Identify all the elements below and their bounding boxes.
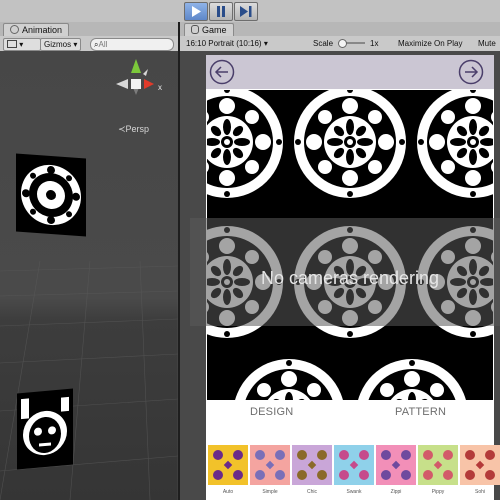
pattern-swatch-label: Zippi xyxy=(390,489,402,495)
chevron-down-icon: ▾ xyxy=(261,39,268,48)
game-tab-icon xyxy=(191,25,199,34)
pattern-swatch-sohi[interactable] xyxy=(460,445,500,485)
back-arrow-icon[interactable] xyxy=(209,59,235,85)
game-toolbar: 16:10 Portrait (10:16) ▾ Scale 1x Maximi… xyxy=(180,36,500,52)
scale-value: 1x xyxy=(370,39,379,48)
aspect-dropdown[interactable]: 16:10 Portrait (10:16) ▾ xyxy=(186,39,268,49)
swatch-motif xyxy=(297,450,327,480)
animation-tab-icon xyxy=(10,25,19,34)
game-tabbar: Game xyxy=(180,22,500,37)
pattern-swatch-chic[interactable] xyxy=(292,445,332,485)
swatch-motif xyxy=(381,450,411,480)
scene-search-input[interactable]: ⌕All xyxy=(90,38,174,51)
axis-neg-z-cone[interactable] xyxy=(143,69,148,76)
gizmos-dropdown[interactable]: Gizmos ▾ xyxy=(40,38,82,51)
app-header xyxy=(206,55,494,89)
pattern-swatch-auto[interactable] xyxy=(208,445,248,485)
no-camera-message: No cameras rendering xyxy=(260,268,440,288)
swatch-motif xyxy=(255,450,285,480)
step-button[interactable] xyxy=(234,2,258,21)
pattern-swatch-swank[interactable] xyxy=(334,445,374,485)
axis-neg-x-cone[interactable] xyxy=(116,79,128,89)
persp-text: Persp xyxy=(125,124,150,134)
tab-animation-label: Animation xyxy=(22,25,63,35)
pause-icon xyxy=(217,6,225,17)
pattern-swatch-label: Sohi xyxy=(474,489,485,495)
scene-quad-lower[interactable] xyxy=(17,388,73,470)
maximize-on-play-toggle[interactable]: Maximize On Play xyxy=(398,39,462,49)
scene-quad-upper[interactable] xyxy=(16,153,86,237)
pause-button[interactable] xyxy=(209,2,233,21)
play-button[interactable] xyxy=(184,2,208,21)
scale-label: Scale xyxy=(313,39,334,48)
axis-x-label: x xyxy=(158,83,162,92)
pattern-swatch-row: Auto Simple Chic Swank Zippi Pippy Sohi xyxy=(207,444,500,500)
chevron-down-icon: ▾ xyxy=(17,40,24,49)
scene-view[interactable]: x ≺Persp xyxy=(0,51,178,500)
scale-slider-thumb[interactable] xyxy=(338,39,347,48)
search-placeholder: All xyxy=(98,40,108,49)
tab-game-label: Game xyxy=(202,25,227,35)
swatch-motif xyxy=(213,450,243,480)
pattern-swatch-pippy[interactable] xyxy=(418,445,458,485)
swatch-motif xyxy=(339,450,369,480)
display-dropdown[interactable]: ▾ xyxy=(3,38,41,51)
pattern-swatch-zippi[interactable] xyxy=(376,445,416,485)
pattern-swatch-label: Swank xyxy=(346,489,362,495)
scene-toolbar: ▾ Gizmos ▾ ⌕All xyxy=(0,36,178,52)
aspect-label: 16:10 Portrait (10:16) xyxy=(186,39,262,48)
pattern-swatch-label: Simple xyxy=(262,489,278,495)
step-icon xyxy=(240,6,252,17)
pattern-swatch-label: Chic xyxy=(306,489,317,495)
pattern-swatch-label: Auto xyxy=(222,489,234,495)
design-tab[interactable]: DESIGN xyxy=(250,406,293,418)
pattern-tab[interactable]: PATTERN xyxy=(395,406,446,418)
axis-x-cone[interactable] xyxy=(144,79,154,89)
face-texture xyxy=(21,396,69,456)
tab-game[interactable]: Game xyxy=(184,23,234,37)
forward-arrow-icon[interactable] xyxy=(458,59,484,85)
play-icon xyxy=(192,6,201,17)
swatch-motif xyxy=(423,450,453,480)
mute-toggle[interactable]: Mute xyxy=(478,39,496,49)
swatch-motif xyxy=(465,450,495,480)
tab-animation[interactable]: Animation xyxy=(3,23,70,37)
mandala-texture xyxy=(21,164,81,226)
chevron-down-icon: ▾ xyxy=(71,40,78,49)
pattern-swatch-simple[interactable] xyxy=(250,445,290,485)
main-toolbar xyxy=(0,0,500,23)
gizmos-label: Gizmos xyxy=(44,40,72,49)
persp-label[interactable]: ≺Persp xyxy=(118,124,149,135)
image-icon xyxy=(7,40,17,48)
scene-orientation-gizmo[interactable] xyxy=(112,55,162,115)
axis-y-cone[interactable] xyxy=(131,59,141,73)
persp-icon: ≺ xyxy=(118,124,126,134)
pattern-swatch-label: Pippy xyxy=(431,489,445,495)
scene-tabbar: Animation xyxy=(0,22,178,37)
gizmo-center-cube[interactable] xyxy=(131,79,141,89)
